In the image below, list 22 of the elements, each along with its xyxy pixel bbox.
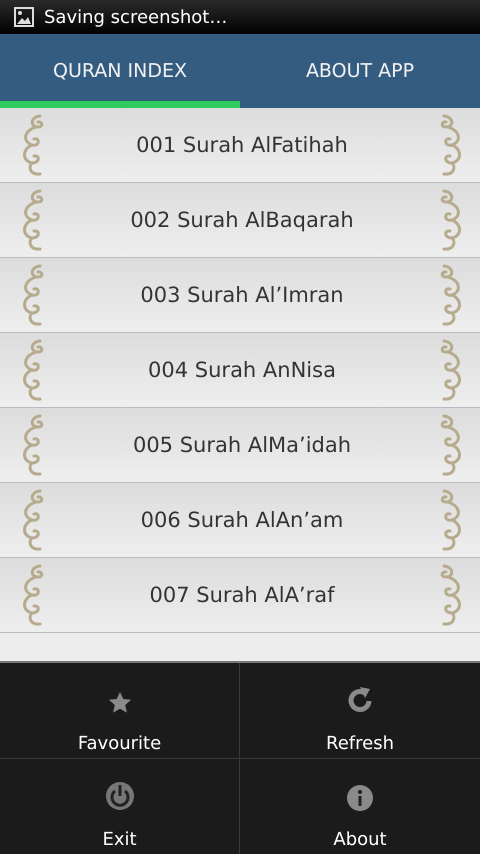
surah-title: 005 Surah AlMa’idah: [132, 433, 352, 457]
surah-title: 006 Surah AlAn’am: [140, 508, 344, 532]
menu-item[interactable]: Refresh: [240, 663, 480, 758]
info-icon: [347, 785, 373, 811]
image-icon: [14, 7, 34, 27]
surah-title: 003 Surah Al’Imran: [139, 283, 345, 307]
surah-row[interactable]: 007 Surah AlA’raf: [0, 558, 480, 633]
menu-item[interactable]: Exit: [0, 758, 240, 854]
menu-item[interactable]: About: [240, 758, 480, 854]
surah-title: 004 Surah AnNisa: [147, 358, 337, 382]
notification-text: Saving screenshot…: [44, 6, 228, 28]
surah-row[interactable]: 004 Surah AnNisa: [0, 333, 480, 408]
surah-row[interactable]: 005 Surah AlMa’idah: [0, 408, 480, 483]
star-icon: [108, 690, 132, 714]
surah-row[interactable]: 006 Surah AlAn’am: [0, 483, 480, 558]
surah-title: 007 Surah AlA’raf: [148, 583, 336, 607]
menu-item[interactable]: Favourite: [0, 663, 240, 758]
power-icon: [104, 781, 134, 811]
surah-title: 002 Surah AlBaqarah: [129, 208, 355, 232]
surah-title: 001 Surah AlFatihah: [135, 133, 349, 157]
surah-row[interactable]: 001 Surah AlFatihah: [0, 108, 480, 183]
tab[interactable]: ABOUT APP: [240, 34, 480, 108]
